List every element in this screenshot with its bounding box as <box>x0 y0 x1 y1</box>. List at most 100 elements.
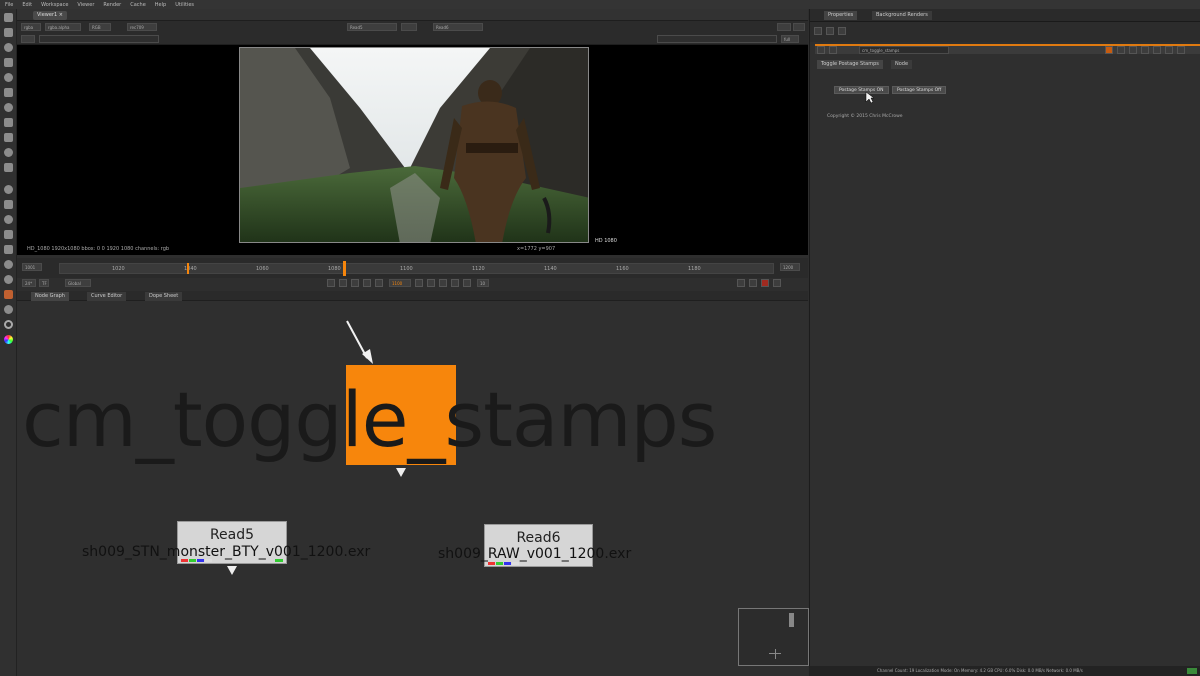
output-arrow-icon[interactable] <box>396 468 406 477</box>
tab-toggle-postage-stamps[interactable]: Toggle Postage Stamps <box>817 60 883 69</box>
gain-slider[interactable] <box>39 35 159 43</box>
play-backward-icon[interactable] <box>363 279 371 287</box>
3d-icon[interactable] <box>4 148 13 157</box>
close-icon[interactable] <box>1177 46 1185 54</box>
playback-range-select[interactable]: Global <box>65 279 91 287</box>
menu-edit[interactable]: Edit <box>22 2 32 8</box>
ocula-icon[interactable] <box>4 260 13 269</box>
channel-icon[interactable] <box>4 58 13 67</box>
tab-background-renders[interactable]: Background Renders <box>872 11 932 20</box>
scripts-icon[interactable] <box>4 305 13 314</box>
tab-curve-editor[interactable]: Curve Editor <box>87 292 127 301</box>
redo-icon[interactable] <box>1129 46 1137 54</box>
pause-button[interactable] <box>777 23 791 31</box>
node-color-icon[interactable] <box>1105 46 1113 54</box>
keyer-icon[interactable] <box>4 103 13 112</box>
views-icon[interactable] <box>4 163 13 172</box>
menu-cache[interactable]: Cache <box>130 2 146 8</box>
menu-file[interactable]: File <box>5 2 13 8</box>
other-icon[interactable] <box>4 230 13 239</box>
color-wheel-icon[interactable] <box>4 335 13 344</box>
help-icon[interactable] <box>1153 46 1161 54</box>
menu-viewer[interactable]: Viewer <box>77 2 94 8</box>
prev-frame-icon[interactable] <box>351 279 359 287</box>
colorspace-select[interactable]: RGB <box>89 23 111 31</box>
prev-keyframe-icon[interactable] <box>339 279 347 287</box>
float-panel-icon[interactable] <box>1165 46 1173 54</box>
tab-viewer1[interactable]: Viewer1 × <box>33 11 67 20</box>
image-icon[interactable] <box>4 13 13 22</box>
toolsets-icon[interactable] <box>4 215 13 224</box>
alpha-select[interactable]: rgba.alpha <box>45 23 81 31</box>
clear-panels-icon[interactable] <box>826 27 834 35</box>
out-point-field[interactable]: 1200 <box>780 263 800 271</box>
step-back-icon[interactable] <box>375 279 383 287</box>
next-frame-icon[interactable] <box>439 279 447 287</box>
color-icon[interactable] <box>4 73 13 82</box>
menu-utilities[interactable]: Utilities <box>175 2 194 8</box>
transform-icon[interactable] <box>4 133 13 142</box>
next-keyframe-icon[interactable] <box>451 279 459 287</box>
max-panels-icon[interactable] <box>814 27 822 35</box>
proxy-select[interactable]: full <box>781 35 799 43</box>
menu-workspace[interactable]: Workspace <box>41 2 68 8</box>
refresh-icon[interactable] <box>4 320 13 329</box>
input-a-select[interactable]: Read5 <box>347 23 397 31</box>
tab-node[interactable]: Node <box>891 60 913 69</box>
gain-field[interactable] <box>21 35 35 43</box>
node-name-field[interactable]: cm_toggle_stamps <box>859 46 949 54</box>
nodes-toolbar <box>0 9 17 676</box>
loop-icon[interactable] <box>737 279 745 287</box>
wipe-select[interactable] <box>401 23 417 31</box>
draw-icon[interactable] <box>4 28 13 37</box>
playhead[interactable] <box>343 261 346 276</box>
current-frame-field[interactable]: 1100 <box>389 279 411 287</box>
in-point-field[interactable]: 1001 <box>22 263 42 271</box>
read5-title: Read5 <box>209 527 255 543</box>
read5-output-icon[interactable] <box>227 566 237 575</box>
timecode-mode[interactable]: TF <box>39 279 49 287</box>
metadata-icon[interactable] <box>4 185 13 194</box>
postage-stamps-off-button[interactable]: Postage Stamps Off <box>892 86 947 94</box>
channel-select[interactable]: rgba <box>21 23 41 31</box>
gamma-slider[interactable] <box>657 35 777 43</box>
postage-stamps-on-button[interactable]: Postage Stamps ON <box>834 86 889 94</box>
input-b-select[interactable]: Read6 <box>433 23 483 31</box>
tab-properties[interactable]: Properties <box>824 11 858 20</box>
fps-field[interactable]: 24* <box>22 279 36 287</box>
float-icon[interactable] <box>829 46 837 54</box>
particles-icon[interactable] <box>4 200 13 209</box>
flipbook-icon[interactable] <box>773 279 781 287</box>
cara-icon[interactable] <box>4 290 13 299</box>
first-frame-icon[interactable] <box>327 279 335 287</box>
viewer-canvas[interactable] <box>17 45 808 245</box>
viewer-controls-2: full <box>17 33 808 45</box>
play-forward-icon[interactable] <box>427 279 435 287</box>
lock-icon[interactable] <box>838 27 846 35</box>
node-graph[interactable] <box>17 301 808 676</box>
last-frame-icon[interactable] <box>463 279 471 287</box>
lut-select[interactable]: rec709 <box>127 23 157 31</box>
tab-dope-sheet[interactable]: Dope Sheet <box>145 292 183 301</box>
merge-icon[interactable] <box>4 118 13 127</box>
furnace-icon[interactable] <box>4 245 13 254</box>
node-graph-minimap[interactable] <box>738 608 809 666</box>
node-tabbar: Toggle Postage Stamps Node <box>815 60 1200 70</box>
bounce-icon[interactable] <box>749 279 757 287</box>
menu-bar: File Edit Workspace Viewer Render Cache … <box>0 0 1200 9</box>
time-icon[interactable] <box>4 43 13 52</box>
step-forward-icon[interactable] <box>415 279 423 287</box>
record-icon[interactable] <box>761 279 769 287</box>
timeline-track[interactable]: 1020 1040 1060 1080 1100 1120 1140 1160 … <box>59 261 774 276</box>
tick-label: 1020 <box>112 266 125 272</box>
step-increment-field[interactable]: 10 <box>477 279 489 287</box>
collapse-icon[interactable] <box>817 46 825 54</box>
menu-render[interactable]: Render <box>103 2 121 8</box>
plugins-icon[interactable] <box>4 275 13 284</box>
filter-icon[interactable] <box>4 88 13 97</box>
undo-icon[interactable] <box>1117 46 1125 54</box>
revert-icon[interactable] <box>1141 46 1149 54</box>
menu-help[interactable]: Help <box>155 2 166 8</box>
update-button[interactable] <box>793 23 805 31</box>
tab-node-graph[interactable]: Node Graph <box>31 292 69 301</box>
